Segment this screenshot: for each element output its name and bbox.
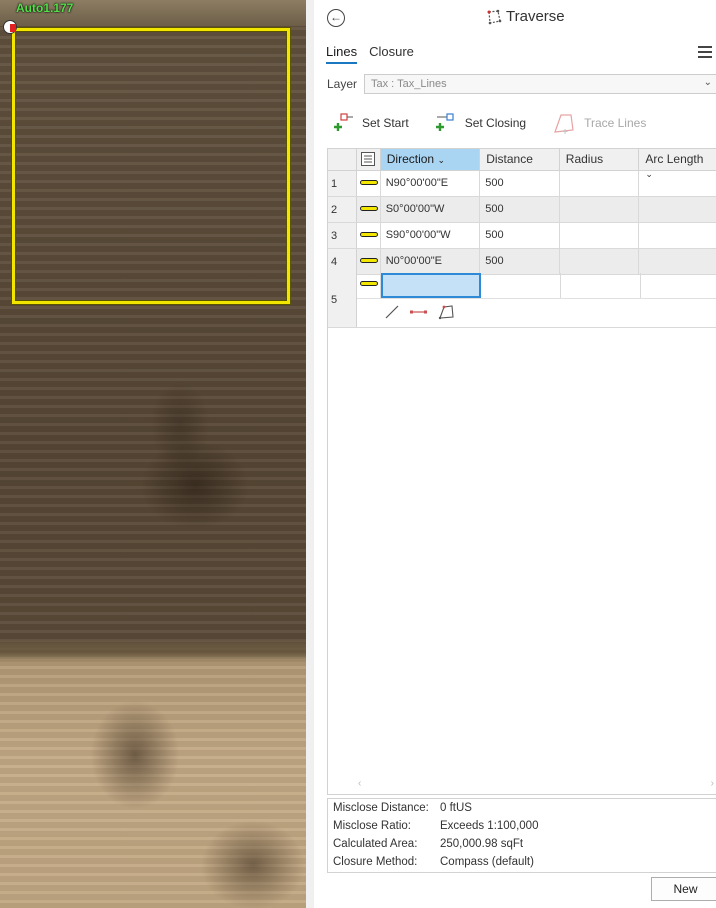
distance-cell[interactable]: 500: [480, 197, 560, 222]
distance-cell[interactable]: 500: [480, 223, 560, 248]
straight-line-icon: [357, 273, 381, 298]
grid-header: Direction ⌄ Distance Radius Arc Length ⌄: [328, 149, 716, 179]
grid-corner-cell[interactable]: [328, 149, 357, 170]
pane-title: Traverse: [486, 8, 565, 25]
map-view[interactable]: Auto1.177: [0, 0, 306, 908]
direction-cell[interactable]: N0°00'00"E: [381, 249, 481, 274]
set-start-icon: [334, 113, 353, 131]
row-number: 1: [328, 171, 357, 196]
tab-bar: Lines Closure: [326, 44, 414, 64]
ground-patch: [90, 700, 180, 810]
pane-title-text: Traverse: [506, 8, 565, 25]
calculated-area-value: 250,000.98 sqFt: [440, 838, 524, 850]
trace-lines-label: Trace Lines: [584, 116, 647, 130]
scroll-left-icon[interactable]: ‹: [358, 778, 361, 789]
field-edge: [0, 640, 306, 662]
direction-input[interactable]: [381, 273, 481, 298]
set-closing-icon: [435, 113, 454, 131]
arc-length-cell[interactable]: [639, 223, 716, 248]
closure-summary: Misclose Distance: 0 ftUS Misclose Ratio:…: [327, 798, 716, 873]
column-header-distance[interactable]: Distance: [480, 149, 560, 170]
new-button[interactable]: New: [651, 877, 716, 901]
straight-line-icon: [357, 197, 381, 222]
tab-closure[interactable]: Closure: [369, 44, 414, 64]
misclose-distance-label: Misclose Distance:: [333, 802, 429, 814]
direction-cell[interactable]: N90°00'00"E: [381, 171, 481, 196]
chevron-down-icon: ⌄: [645, 169, 653, 179]
column-chooser-icon[interactable]: [357, 149, 381, 170]
set-closing-label: Set Closing: [464, 116, 527, 130]
chevron-down-icon: ⌄: [703, 77, 712, 88]
misclose-ratio-value: Exceeds 1:100,000: [440, 820, 539, 832]
direction-cell[interactable]: S0°00'00"W: [381, 197, 481, 222]
horizontal-scrollbar[interactable]: ‹ ›: [358, 778, 714, 790]
set-closing-button[interactable]: Set Closing: [435, 112, 526, 134]
ground-patch: [200, 820, 306, 908]
straight-line-icon: [357, 223, 381, 248]
closure-method-value: Compass (default): [440, 856, 534, 868]
table-row[interactable]: 1 N90°00'00"E 500: [328, 171, 716, 197]
back-arrow-icon[interactable]: ←: [327, 9, 345, 27]
row-number: 3: [328, 223, 357, 248]
field-dark-spot: [140, 440, 250, 530]
arc-length-cell[interactable]: [639, 197, 716, 222]
arc-length-input[interactable]: [641, 273, 716, 298]
table-row[interactable]: 4 N0°00'00"E 500: [328, 249, 716, 275]
radius-cell[interactable]: [560, 197, 640, 222]
traverse-pane: ← Traverse Lines Closure Layer Tax : Tax…: [306, 0, 716, 908]
layer-dropdown[interactable]: Tax : Tax_Lines ⌄: [364, 74, 716, 94]
misclose-distance-value: 0 ftUS: [440, 802, 472, 814]
point-label: Auto1.177: [16, 1, 74, 15]
traverse-lines-grid: Direction ⌄ Distance Radius Arc Length ⌄…: [327, 148, 716, 795]
straight-segment-icon[interactable]: [384, 304, 400, 320]
traverse-icon: [487, 9, 502, 24]
column-header-arc-length[interactable]: Arc Length ⌄: [639, 149, 716, 179]
distance-cell[interactable]: 500: [480, 171, 560, 196]
radius-input[interactable]: [561, 273, 641, 298]
row-number: 4: [328, 249, 357, 274]
column-header-radius[interactable]: Radius: [560, 149, 640, 170]
column-header-direction[interactable]: Direction ⌄: [380, 149, 481, 170]
set-start-label: Set Start: [362, 116, 409, 130]
radius-cell[interactable]: [560, 249, 640, 274]
set-start-button[interactable]: Set Start: [334, 112, 409, 134]
straight-line-icon: [357, 171, 381, 196]
row-number: 2: [328, 197, 357, 222]
radius-cell[interactable]: [560, 171, 640, 196]
distance-cell[interactable]: 500: [480, 249, 560, 274]
straight-line-icon: [357, 249, 381, 274]
hamburger-menu-icon[interactable]: [698, 46, 712, 61]
trace-segment-icon[interactable]: [438, 304, 456, 320]
distance-input[interactable]: [481, 273, 561, 298]
scroll-right-icon[interactable]: ›: [711, 778, 714, 789]
calculated-area-label: Calculated Area:: [333, 838, 418, 850]
traverse-toolbar: Set Start Set Closing Trace Lines: [334, 112, 646, 134]
traverse-parcel-outline[interactable]: [12, 28, 290, 304]
segment-type-tools: [384, 304, 456, 320]
arc-length-cell[interactable]: [639, 249, 716, 274]
layer-dropdown-value: Tax : Tax_Lines: [371, 78, 447, 90]
new-entry-row[interactable]: 5: [328, 273, 716, 328]
perpendicular-segment-icon[interactable]: [410, 304, 428, 320]
chevron-down-icon: ⌄: [437, 155, 445, 165]
trace-lines-icon: [554, 114, 574, 134]
trace-lines-button[interactable]: Trace Lines: [552, 112, 646, 134]
layer-label: Layer: [327, 77, 358, 91]
start-point-marker[interactable]: [3, 20, 17, 34]
closure-method-label: Closure Method:: [333, 856, 418, 868]
direction-cell[interactable]: S90°00'00"W: [381, 223, 481, 248]
misclose-ratio-label: Misclose Ratio:: [333, 820, 411, 832]
table-row[interactable]: 2 S0°00'00"W 500: [328, 197, 716, 223]
table-row[interactable]: 3 S90°00'00"W 500: [328, 223, 716, 249]
radius-cell[interactable]: [560, 223, 640, 248]
row-number: 5: [328, 273, 357, 327]
tab-lines[interactable]: Lines: [326, 44, 358, 64]
